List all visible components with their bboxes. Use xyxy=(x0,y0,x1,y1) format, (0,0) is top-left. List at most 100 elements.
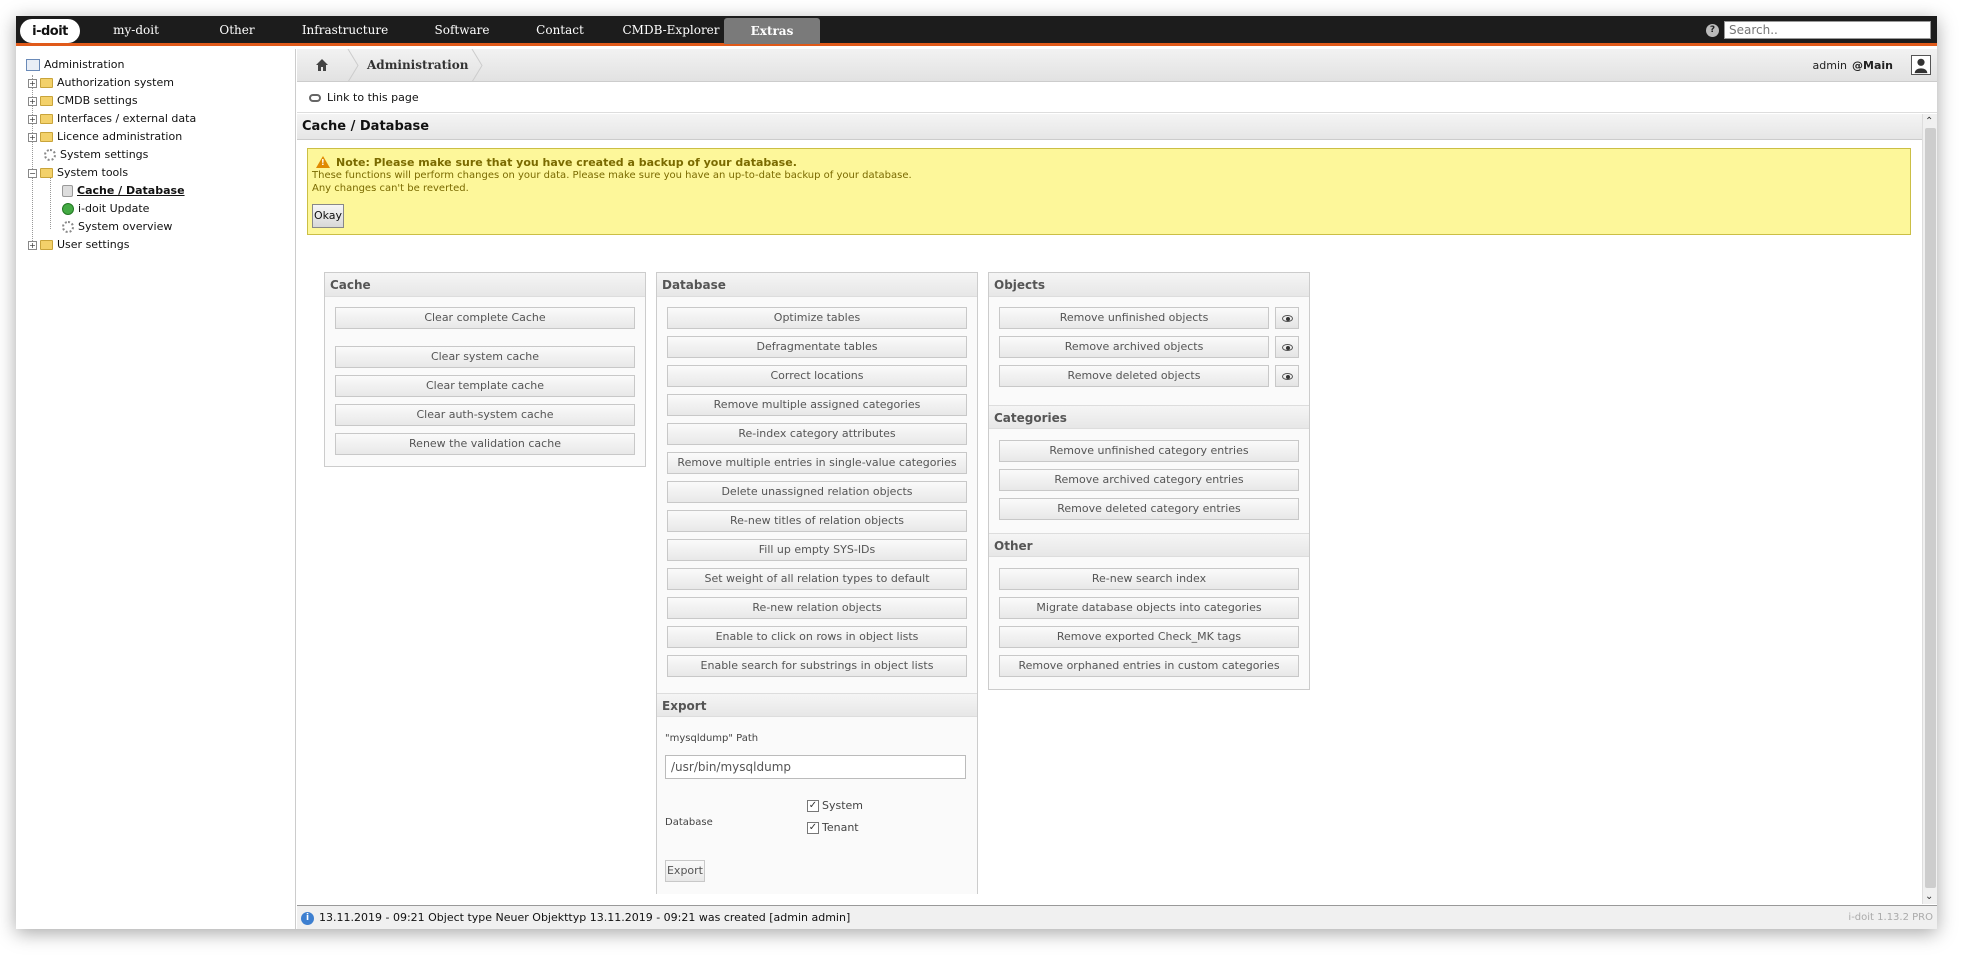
remove-deleted-category-entries-button[interactable]: Remove deleted category entries xyxy=(999,498,1299,520)
clear-complete-cache-button[interactable]: Clear complete Cache xyxy=(335,307,635,329)
scrollbar-thumb[interactable] xyxy=(1925,128,1936,888)
nav-extras[interactable]: Extras xyxy=(724,18,820,44)
content-scrollbar[interactable]: ⌃ ⌄ xyxy=(1922,114,1937,904)
remove-orphaned-entries-button[interactable]: Remove orphaned entries in custom catego… xyxy=(999,655,1299,677)
backup-warning-note: ! Note: Please make sure that you have c… xyxy=(307,148,1911,235)
remove-unfinished-category-entries-button[interactable]: Remove unfinished category entries xyxy=(999,440,1299,462)
sidebar-item-label: User settings xyxy=(57,238,130,251)
expand-icon[interactable]: + xyxy=(28,114,37,124)
nav-infrastructure[interactable]: Infrastructure xyxy=(292,16,398,44)
tenant-checkbox[interactable]: ✓ Tenant xyxy=(807,821,859,834)
checkbox-checked-icon[interactable]: ✓ xyxy=(807,800,819,812)
chevron-down-icon[interactable]: ⌄ xyxy=(1925,891,1933,902)
sidebar-item-authorization[interactable]: + Authorization system xyxy=(28,75,174,91)
checkbox-label: System xyxy=(822,799,864,812)
enable-row-click-button[interactable]: Enable to click on rows in object lists xyxy=(667,626,967,648)
checkbox-label: Tenant xyxy=(822,821,859,834)
sidebar-item-label: Authorization system xyxy=(57,76,174,89)
version-label: i-doit 1.13.2 PRO xyxy=(1848,912,1933,923)
sidebar-item-cmdb-settings[interactable]: + CMDB settings xyxy=(28,93,138,109)
export-title: Export xyxy=(657,693,977,717)
remove-deleted-objects-button[interactable]: Remove deleted objects xyxy=(999,365,1269,387)
fill-sys-ids-button[interactable]: Fill up empty SYS-IDs xyxy=(667,539,967,561)
page-title: Cache / Database xyxy=(297,114,1922,140)
nav-software[interactable]: Software xyxy=(420,16,504,44)
user-avatar-icon[interactable] xyxy=(1911,55,1931,75)
sidebar-item-label: i-doit Update xyxy=(78,202,150,215)
folder-icon xyxy=(40,132,53,142)
sidebar-item-system-settings[interactable]: System settings xyxy=(44,147,148,163)
sidebar-item-label: Licence administration xyxy=(57,130,183,143)
reindex-category-attributes-button[interactable]: Re-index category attributes xyxy=(667,423,967,445)
i-doit-logo[interactable]: i-doit xyxy=(20,19,80,43)
mysqldump-path-input[interactable]: /usr/bin/mysqldump xyxy=(665,755,966,779)
expand-icon[interactable]: + xyxy=(28,78,37,88)
cache-panel: Cache Clear complete Cache Clear system … xyxy=(324,272,646,467)
remove-multiple-entries-button[interactable]: Remove multiple entries in single-value … xyxy=(667,452,967,474)
link-bar: Link to this page xyxy=(297,83,1937,113)
clear-template-cache-button[interactable]: Clear template cache xyxy=(335,375,635,397)
breadcrumb-administration[interactable]: Administration xyxy=(367,49,468,82)
cache-panel-title: Cache xyxy=(325,273,645,297)
correct-locations-button[interactable]: Correct locations xyxy=(667,365,967,387)
objects-panel: Objects Remove unfinished objects Remove… xyxy=(988,272,1310,690)
expand-icon[interactable]: + xyxy=(28,132,37,142)
eye-icon[interactable] xyxy=(1275,307,1299,329)
sidebar-item-cache-database[interactable]: Cache / Database xyxy=(62,183,185,199)
renew-relation-objects-button[interactable]: Re-new relation objects xyxy=(667,597,967,619)
tenant-name[interactable]: @Main xyxy=(1852,49,1893,82)
sidebar-item-label: CMDB settings xyxy=(57,94,138,107)
checkbox-checked-icon[interactable]: ✓ xyxy=(807,822,819,834)
set-relation-weight-button[interactable]: Set weight of all relation types to defa… xyxy=(667,568,967,590)
help-icon[interactable]: ? xyxy=(1706,24,1719,37)
top-navigation: i-doit my-doit Other Infrastructure Soft… xyxy=(16,16,1937,46)
defragmentate-tables-button[interactable]: Defragmentate tables xyxy=(667,336,967,358)
nav-my-doit[interactable]: my-doit xyxy=(86,16,186,44)
sidebar-item-update[interactable]: i-doit Update xyxy=(62,201,149,217)
renew-search-index-button[interactable]: Re-new search index xyxy=(999,568,1299,590)
expand-icon[interactable]: + xyxy=(28,240,37,250)
other-title: Other xyxy=(989,533,1309,557)
remove-checkmk-tags-button[interactable]: Remove exported Check_MK tags xyxy=(999,626,1299,648)
delete-unassigned-relation-objects-button[interactable]: Delete unassigned relation objects xyxy=(667,481,967,503)
sidebar-item-label: System settings xyxy=(60,148,149,161)
export-button[interactable]: Export xyxy=(665,860,705,882)
database-label: Database xyxy=(665,817,713,828)
status-bar: i 13.11.2019 - 09:21 Object type Neuer O… xyxy=(297,905,1937,929)
eye-icon[interactable] xyxy=(1275,365,1299,387)
sidebar-item-licence[interactable]: + Licence administration xyxy=(28,129,182,145)
user-name[interactable]: admin xyxy=(1813,49,1847,82)
okay-button[interactable]: Okay xyxy=(312,204,344,228)
system-checkbox[interactable]: ✓ System xyxy=(807,799,863,812)
chevron-up-icon[interactable]: ⌃ xyxy=(1925,116,1933,127)
migrate-database-objects-button[interactable]: Migrate database objects into categories xyxy=(999,597,1299,619)
clear-system-cache-button[interactable]: Clear system cache xyxy=(335,346,635,368)
sidebar-item-user-settings[interactable]: + User settings xyxy=(28,237,129,253)
nav-contact[interactable]: Contact xyxy=(528,16,592,44)
eye-icon[interactable] xyxy=(1275,336,1299,358)
sidebar-item-system-overview[interactable]: System overview xyxy=(62,219,172,235)
remove-archived-objects-button[interactable]: Remove archived objects xyxy=(999,336,1269,358)
optimize-tables-button[interactable]: Optimize tables xyxy=(667,307,967,329)
sidebar-item-administration[interactable]: Administration xyxy=(26,57,125,73)
sidebar-item-system-tools[interactable]: − System tools xyxy=(28,165,128,181)
renew-relation-titles-button[interactable]: Re-new titles of relation objects xyxy=(667,510,967,532)
enable-substring-search-button[interactable]: Enable search for substrings in object l… xyxy=(667,655,967,677)
collapse-icon[interactable]: − xyxy=(28,168,37,178)
renew-validation-cache-button[interactable]: Renew the validation cache xyxy=(335,433,635,455)
link-to-page[interactable]: Link to this page xyxy=(327,83,419,113)
nav-other[interactable]: Other xyxy=(206,16,268,44)
remove-unfinished-objects-button[interactable]: Remove unfinished objects xyxy=(999,307,1269,329)
database-icon xyxy=(62,185,73,197)
database-panel-title: Database xyxy=(657,273,977,297)
expand-icon[interactable]: + xyxy=(28,96,37,106)
nav-cmdb-explorer[interactable]: CMDB-Explorer xyxy=(616,16,726,44)
gear-icon xyxy=(44,149,56,161)
sidebar-item-interfaces[interactable]: + Interfaces / external data xyxy=(28,111,196,127)
remove-archived-category-entries-button[interactable]: Remove archived category entries xyxy=(999,469,1299,491)
clear-auth-system-cache-button[interactable]: Clear auth-system cache xyxy=(335,404,635,426)
folder-icon xyxy=(40,78,53,88)
remove-multiple-assigned-categories-button[interactable]: Remove multiple assigned categories xyxy=(667,394,967,416)
home-icon[interactable] xyxy=(315,58,329,72)
search-input[interactable] xyxy=(1724,21,1931,39)
